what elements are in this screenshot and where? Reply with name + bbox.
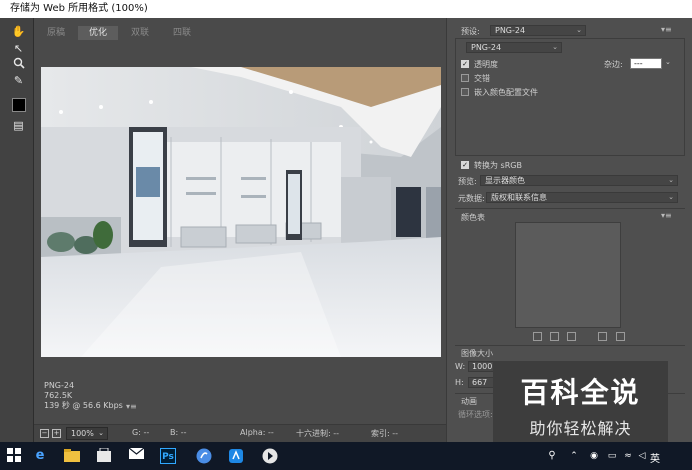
file-format-select[interactable]: PNG-24 ⌄ [466, 42, 562, 53]
height-label: H: [455, 378, 464, 387]
app-icon[interactable] [228, 448, 244, 464]
matte-label: 杂边: [604, 60, 623, 69]
optimized-image-preview[interactable] [41, 67, 441, 357]
preview-label: 预览: [458, 177, 477, 186]
preview-menu-icon[interactable]: ▾≡ [126, 402, 137, 411]
store-icon[interactable] [96, 447, 112, 464]
chevron-down-icon[interactable]: ⌄ [665, 58, 671, 66]
preview-select[interactable]: 显示器颜色 ⌄ [480, 175, 678, 186]
zoom-level: 100% [71, 429, 94, 438]
divider [455, 345, 685, 346]
file-format-value: PNG-24 [471, 43, 502, 52]
zoom-out-icon[interactable]: − [40, 429, 49, 438]
toggle-slices-icon[interactable]: ▤ [11, 118, 26, 133]
watermark-logo: 百科全说 助你轻松解决 [493, 361, 668, 446]
photoshop-icon[interactable]: Ps [160, 448, 176, 464]
hex-readout: 十六进制: -- [296, 429, 340, 438]
index-readout: 索引: -- [371, 429, 399, 438]
input-language-indicator[interactable]: 英 [650, 450, 660, 465]
windows-start-icon[interactable] [6, 448, 22, 464]
new-color-icon[interactable] [598, 332, 607, 341]
convert-srgb-label: 转换为 sRGB [474, 161, 522, 170]
alpha-readout: Alpha: -- [240, 428, 274, 437]
watermark-subtitle: 助你轻松解决 [529, 419, 632, 438]
chevron-down-icon: ⌄ [668, 176, 674, 184]
delete-color-icon[interactable] [616, 332, 625, 341]
lock-color-icon[interactable] [567, 332, 576, 341]
panel-menu-icon[interactable]: ▾≡ [661, 25, 672, 34]
mail-icon[interactable] [128, 447, 144, 464]
watermark-title: 百科全说 [520, 376, 641, 409]
media-player-icon[interactable] [262, 448, 278, 464]
green-readout: G: -- [132, 428, 150, 437]
preset-label: 预设: [461, 27, 480, 36]
chevron-down-icon: ⌄ [98, 429, 104, 437]
battery-icon[interactable]: ▭ [604, 448, 620, 464]
interlaced-checkbox[interactable] [461, 74, 469, 82]
color-table[interactable] [515, 222, 621, 328]
window-title-bar: 存储为 Web 所用格式 (100%) [0, 0, 692, 18]
edge-browser-icon[interactable]: e [32, 448, 48, 464]
eyedropper-color-swatch[interactable] [12, 98, 26, 112]
convert-srgb-checkbox[interactable]: ✓ [461, 161, 469, 169]
embed-profile-label: 嵌入颜色配置文件 [474, 88, 538, 97]
preview-value: 显示器颜色 [485, 176, 525, 185]
color-table-menu-icon[interactable]: ▾≡ [661, 211, 672, 220]
hand-tool-icon[interactable]: ✋ [11, 24, 26, 39]
color-table-label: 颜色表 [461, 213, 485, 222]
divider [455, 208, 685, 209]
metadata-select[interactable]: 版权和联系信息 ⌄ [486, 192, 678, 203]
chevron-down-icon: ⌄ [576, 26, 582, 34]
eyedropper-tool-icon[interactable]: ✎ [11, 73, 26, 88]
matte-field[interactable]: --- [630, 58, 662, 69]
volume-icon[interactable]: ◁ [634, 448, 650, 464]
window-title: 存储为 Web 所用格式 (100%) [10, 3, 148, 14]
slice-select-tool-icon[interactable]: ↖ [11, 41, 26, 56]
transparency-label: 透明度 [474, 60, 498, 69]
blue-readout: B: -- [170, 428, 187, 437]
zoom-in-icon[interactable]: + [52, 429, 61, 438]
optimized-file-info: PNG-24 762.5K 139 秒 @ 56.6 Kbps [44, 381, 123, 411]
image-size-label: 图像大小 [461, 349, 493, 358]
sogou-icon[interactable] [196, 448, 212, 464]
mall-photo [41, 67, 441, 357]
metadata-label: 元数据: [458, 194, 485, 203]
metadata-value: 版权和联系信息 [491, 193, 547, 202]
width-label: W: [455, 362, 466, 371]
preset-value: PNG-24 [495, 26, 526, 35]
download-time: 139 秒 @ 56.6 Kbps [44, 401, 123, 410]
loop-options-label: 循环选项: [458, 410, 493, 419]
zoom-level-select[interactable]: 100% ⌄ [66, 427, 108, 440]
shift-web-palette-icon[interactable] [550, 332, 559, 341]
zoom-tool-icon[interactable] [11, 57, 26, 72]
people-icon[interactable]: ⚲ [544, 448, 560, 464]
tab-2-up[interactable]: 双联 [120, 26, 160, 40]
network-icon[interactable]: ◉ [586, 448, 602, 464]
bottom-status-bar: − + 100% ⌄ G: -- B: -- Alpha: -- 十六进制: -… [34, 424, 446, 442]
chevron-down-icon: ⌄ [668, 193, 674, 201]
preset-select[interactable]: PNG-24 ⌄ [490, 25, 586, 36]
file-format: PNG-24 [44, 381, 75, 390]
file-explorer-icon[interactable] [64, 448, 80, 464]
tab-4-up[interactable]: 四联 [162, 26, 202, 40]
map-color-icon[interactable] [533, 332, 542, 341]
tab-original[interactable]: 原稿 [36, 26, 76, 40]
chevron-up-icon[interactable]: ⌃ [566, 448, 582, 464]
animation-label: 动画 [461, 397, 477, 406]
interlaced-label: 交错 [474, 74, 490, 83]
windows-taskbar: e Ps ⚲ ⌃ ◉ ▭ ≈ ◁ 英 [0, 442, 692, 470]
embed-profile-checkbox[interactable] [461, 88, 469, 96]
transparency-checkbox[interactable]: ✓ [461, 60, 469, 68]
file-size: 762.5K [44, 391, 73, 400]
tab-optimized[interactable]: 优化 [78, 26, 118, 40]
chevron-down-icon: ⌄ [552, 43, 558, 51]
